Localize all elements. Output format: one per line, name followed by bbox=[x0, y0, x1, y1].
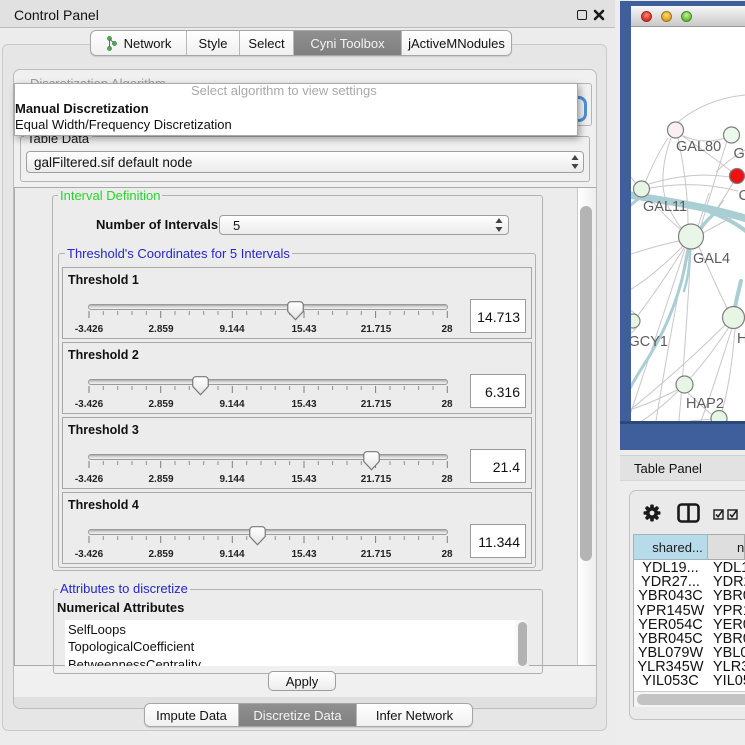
svg-text:GCY1: GCY1 bbox=[631, 334, 668, 350]
svg-text:GAL80: GAL80 bbox=[676, 139, 721, 155]
svg-text:C.: C. bbox=[739, 188, 745, 204]
svg-text:H: H bbox=[737, 331, 745, 347]
svg-text:GAL4: GAL4 bbox=[693, 251, 730, 267]
svg-text:GAL11: GAL11 bbox=[643, 199, 687, 215]
svg-text:G.: G. bbox=[734, 146, 745, 162]
svg-text:HAP2: HAP2 bbox=[686, 396, 724, 412]
